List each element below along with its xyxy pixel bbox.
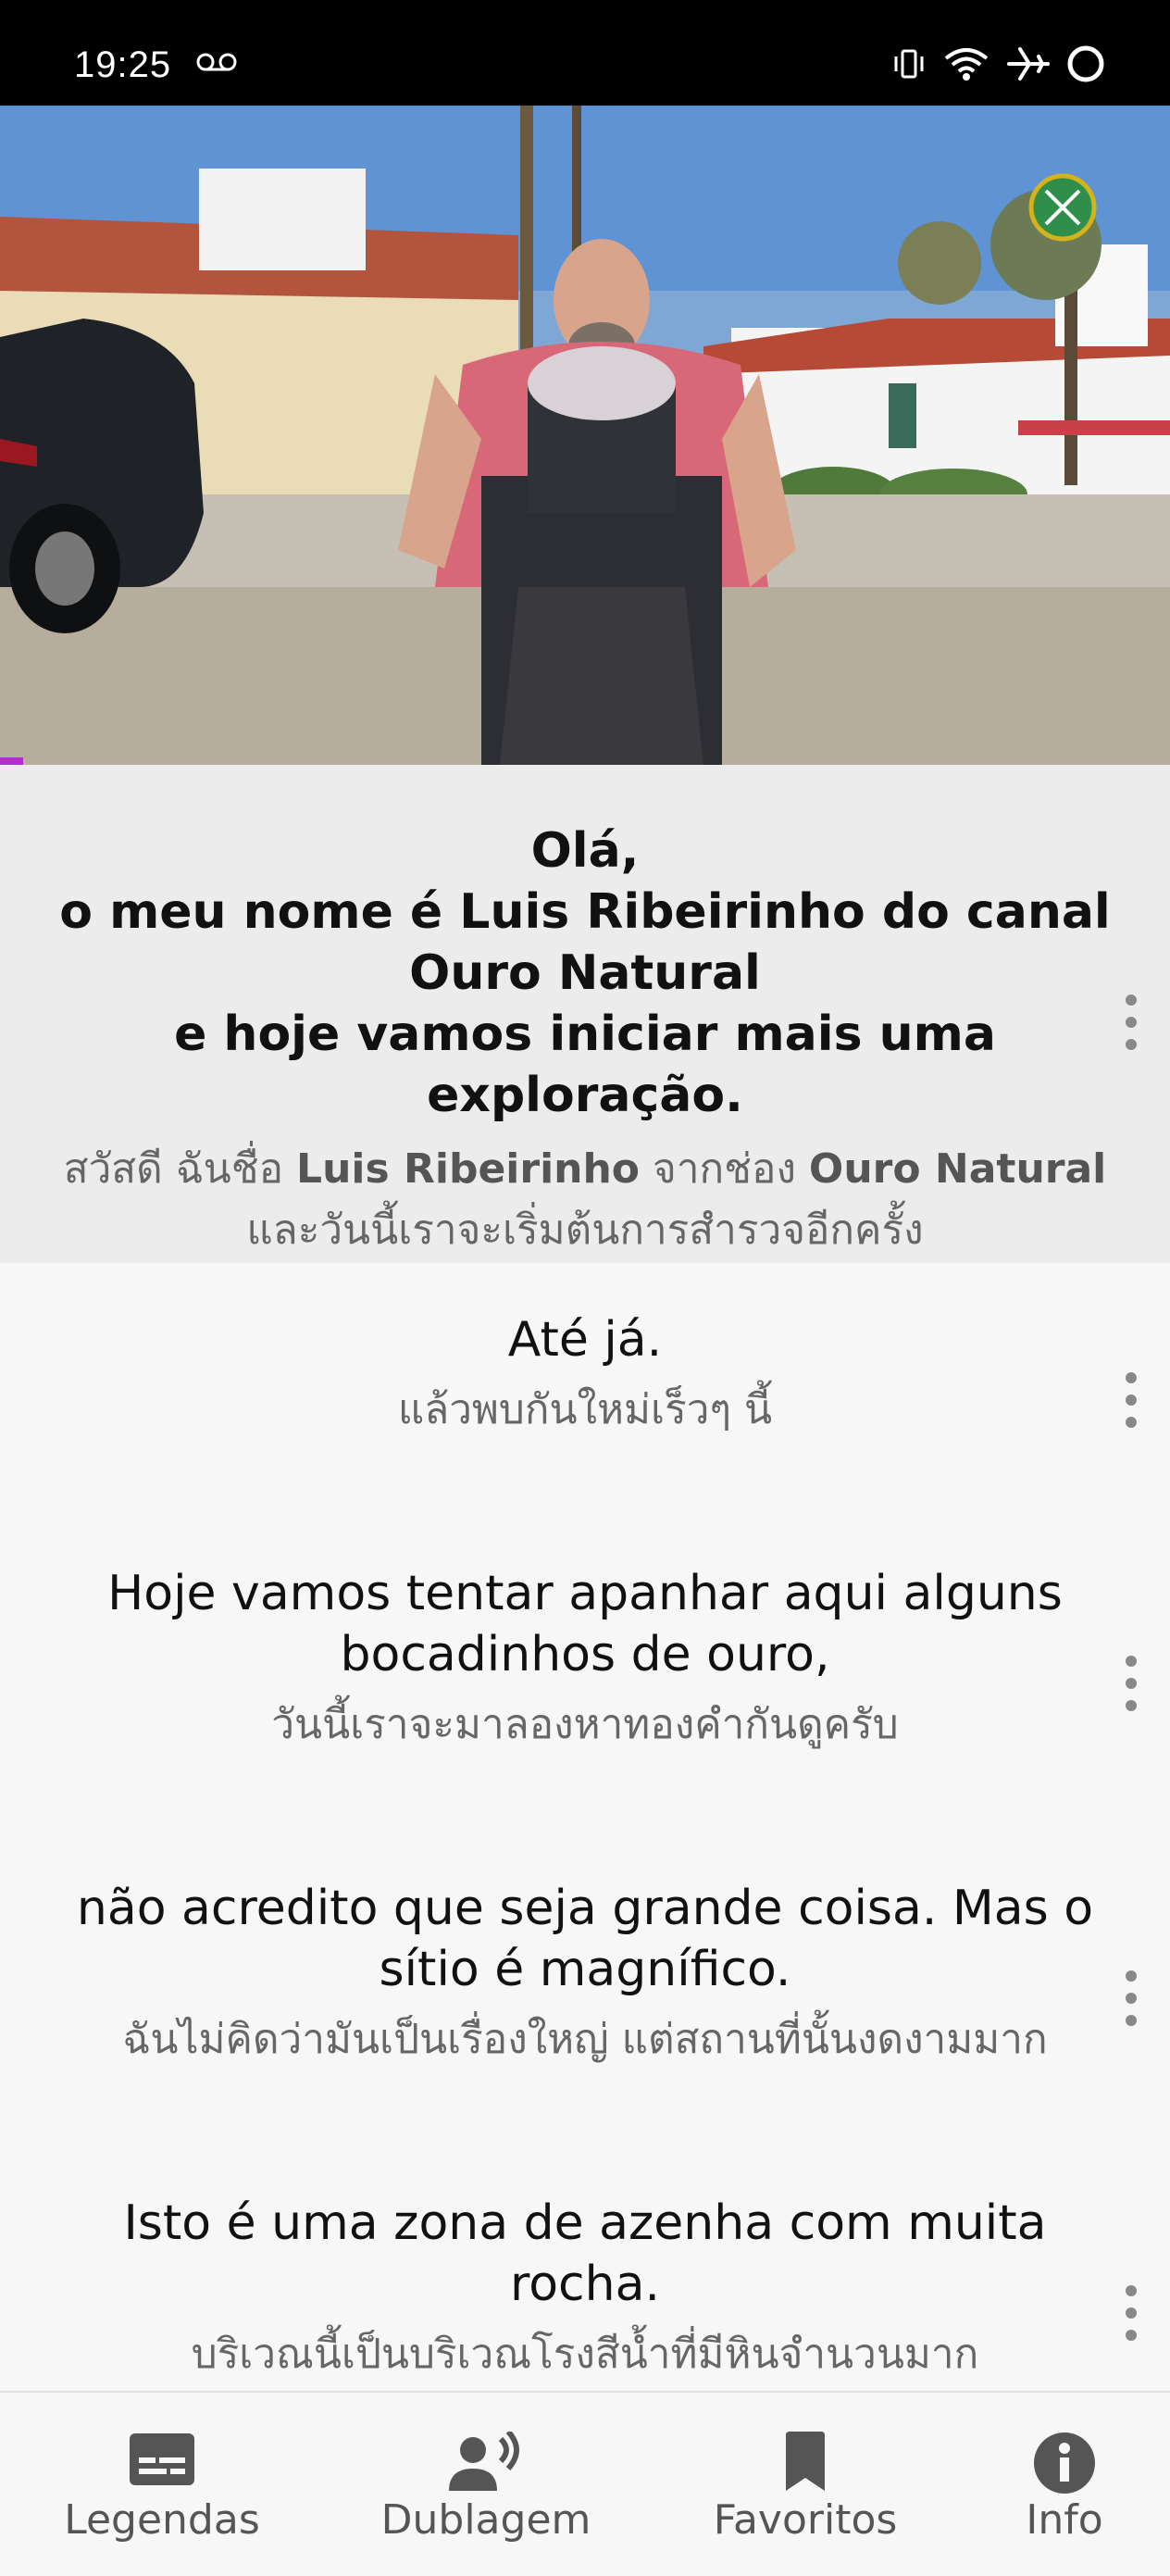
cue-original-text: Olá, o meu nome é Luis Ribeirinho do can… (59, 823, 1111, 1123)
bookmark-icon (782, 2432, 828, 2496)
status-bar: 19:25 (0, 0, 1170, 106)
cue-translation-text: บริเวณนี้เป็นบริเวณโรงสีน้ำที่มีหินจำนวน… (191, 2331, 979, 2378)
cue-translation-text: ฉันไม่คิดว่ามันเป็นเรื่องใหญ่ แต่สถานที่… (122, 2016, 1048, 2063)
transcript-cue[interactable]: Hoje vamos tentar apanhar aqui alguns bo… (0, 1528, 1170, 1843)
cue-original-text: Até já. (507, 1312, 663, 1368)
nav-item-info[interactable]: Info (990, 2393, 1139, 2576)
nav-label-favoritos: Favoritos (713, 2496, 898, 2544)
circle-icon (1066, 44, 1105, 87)
nav-item-dublagem[interactable]: Dublagem (361, 2393, 611, 2576)
cue-original-text: Isto é uma zona de azenha com muita roch… (123, 2195, 1047, 2312)
nav-label-legendas: Legendas (64, 2496, 260, 2544)
wifi-icon (942, 45, 990, 86)
video-frame (0, 106, 1170, 765)
cue-original-text: Hoje vamos tentar apanhar aqui alguns bo… (107, 1566, 1063, 1682)
transcript-cue[interactable]: não acredito que seja grande coisa. Mas … (0, 1843, 1170, 2157)
nav-item-legendas[interactable]: Legendas (37, 2393, 287, 2576)
more-options-icon[interactable] (1122, 1656, 1140, 1711)
more-options-icon[interactable] (1122, 994, 1140, 1050)
airplane-icon (1007, 45, 1050, 86)
transcript-cue[interactable]: Olá, o meu nome é Luis Ribeirinho do can… (0, 765, 1170, 1263)
vibrate-icon (892, 45, 926, 86)
bottom-navigation: Legendas Dublagem Favoritos Info (0, 2391, 1170, 2576)
transcript-cue[interactable]: Isto é uma zona de azenha com muita roch… (0, 2157, 1170, 2391)
transcript-list[interactable]: Olá, o meu nome é Luis Ribeirinho do can… (0, 765, 1170, 2391)
video-player[interactable] (0, 106, 1170, 765)
cue-translation-text: สวัสดี ฉันชื่อ Luis Ribeirinho จากช่อง O… (63, 1145, 1107, 1254)
voicemail-icon (196, 52, 237, 76)
cue-translation-text: แล้วพบกันใหม่เร็วๆ นี้ (397, 1386, 773, 1433)
status-time: 19:25 (74, 44, 172, 85)
more-options-icon[interactable] (1122, 1372, 1140, 1428)
voice-over-icon (447, 2429, 525, 2496)
video-progress-bar[interactable] (0, 757, 24, 765)
info-icon (1033, 2432, 1096, 2498)
more-options-icon[interactable] (1122, 1970, 1140, 2026)
nav-item-favoritos[interactable]: Favoritos (685, 2393, 926, 2576)
cue-original-text: não acredito que seja grande coisa. Mas … (76, 1881, 1094, 1997)
transcript-cue[interactable]: Até já. แล้วพบกันใหม่เร็วๆ นี้ (0, 1263, 1170, 1528)
subtitles-icon (128, 2432, 196, 2491)
nav-label-info: Info (1026, 2496, 1103, 2544)
more-options-icon[interactable] (1122, 2285, 1140, 2341)
channel-logo-icon (1028, 173, 1097, 242)
cue-translation-text: วันนี้เราจะมาลองหาทองคำกันดูครับ (271, 1701, 899, 1748)
nav-label-dublagem: Dublagem (380, 2496, 591, 2544)
